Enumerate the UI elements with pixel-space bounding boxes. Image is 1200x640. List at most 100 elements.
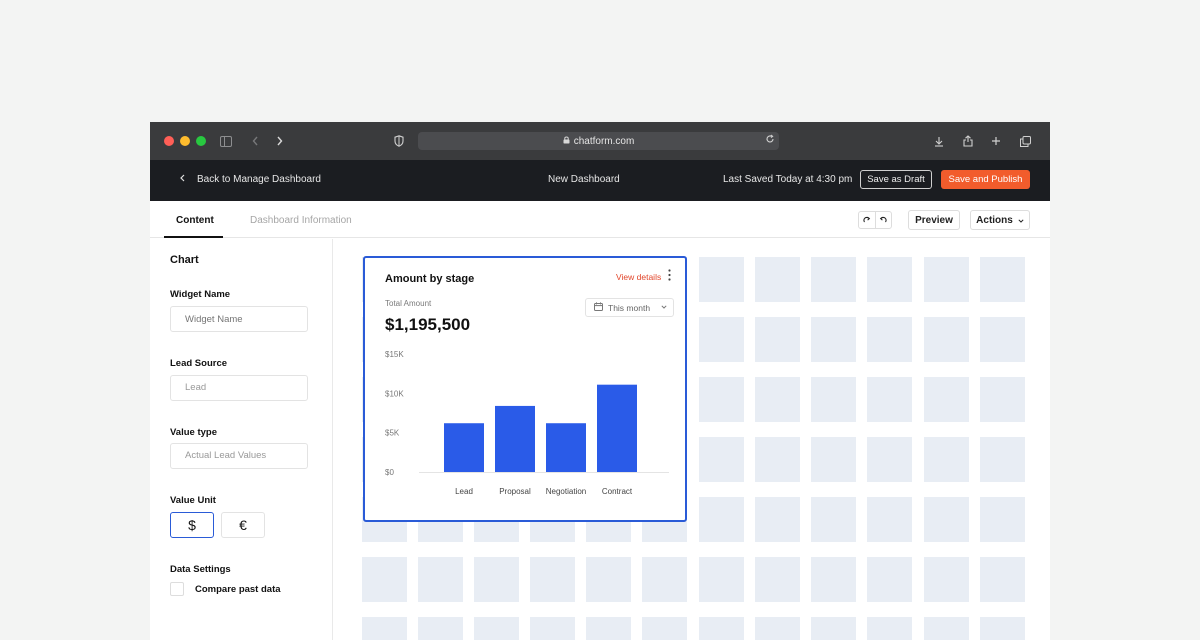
placeholder-tile [980, 437, 1025, 482]
unit-dollar-button[interactable]: $ [170, 512, 214, 538]
widget-title: Amount by stage [385, 273, 475, 285]
view-details-link[interactable]: View details [616, 272, 661, 282]
chart-widget[interactable]: Amount by stage View details Total Amoun… [363, 256, 687, 522]
value-type-select[interactable]: Actual Lead Values [170, 443, 308, 469]
placeholder-tile [980, 557, 1025, 602]
calendar-icon [594, 302, 603, 313]
minimize-window-button[interactable] [180, 136, 190, 146]
placeholder-tile [755, 497, 800, 542]
widget-name-label: Widget Name [170, 289, 231, 300]
placeholder-tile [811, 437, 856, 482]
share-icon[interactable] [959, 132, 977, 150]
period-select[interactable]: This month [585, 298, 674, 317]
bar-proposal[interactable] [495, 405, 535, 472]
tab-content[interactable]: Content [176, 215, 214, 226]
placeholder-tile [867, 557, 912, 602]
chevron-left-icon[interactable] [246, 132, 264, 150]
address-bar[interactable]: chatform.com [418, 132, 779, 150]
bar-lead[interactable] [444, 423, 484, 472]
x-tick-label: Lead [455, 487, 473, 496]
placeholder-tile [867, 437, 912, 482]
bar-contract[interactable] [597, 384, 637, 472]
placeholder-tile [811, 257, 856, 302]
new-tab-icon[interactable] [987, 132, 1005, 150]
save-draft-button[interactable]: Save as Draft [860, 170, 932, 189]
placeholder-tile [755, 377, 800, 422]
placeholder-tile [755, 437, 800, 482]
placeholder-tile [980, 257, 1025, 302]
compare-checkbox[interactable] [170, 582, 184, 596]
placeholder-tile [474, 557, 519, 602]
placeholder-tile [980, 617, 1025, 640]
total-label: Total Amount [385, 299, 432, 308]
placeholder-tile [924, 257, 969, 302]
chevron-left-icon [180, 174, 185, 185]
widget-name-input[interactable] [170, 306, 308, 332]
app-header: Back to Manage Dashboard New Dashboard L… [150, 160, 1050, 201]
actions-button[interactable]: Actions [970, 210, 1030, 230]
placeholder-tile [699, 497, 744, 542]
tab-dashboard-information[interactable]: Dashboard Information [250, 215, 352, 226]
preview-button[interactable]: Preview [908, 210, 960, 230]
maximize-window-button[interactable] [196, 136, 206, 146]
tabs-overview-icon[interactable] [1016, 132, 1034, 150]
placeholder-tile [642, 557, 687, 602]
more-options-icon[interactable] [668, 269, 671, 284]
euro-icon: € [239, 517, 247, 533]
reload-icon[interactable] [765, 134, 775, 147]
sidebar-title: Chart [170, 254, 199, 266]
url-text: chatform.com [573, 135, 635, 147]
back-link[interactable]: Back to Manage Dashboard [180, 174, 321, 185]
actions-label: Actions [976, 214, 1013, 226]
placeholder-tile [980, 377, 1025, 422]
compare-label: Compare past data [195, 584, 281, 595]
placeholder-tile [980, 317, 1025, 362]
placeholder-tile [362, 617, 407, 640]
dollar-icon: $ [188, 517, 196, 533]
y-tick-label: $15K [385, 350, 404, 359]
placeholder-tile [474, 617, 519, 640]
placeholder-tile [755, 557, 800, 602]
placeholder-tile [924, 497, 969, 542]
placeholder-tile [586, 617, 631, 640]
close-window-button[interactable] [164, 136, 174, 146]
bar-negotiation[interactable] [546, 423, 586, 472]
placeholder-tile [867, 257, 912, 302]
placeholder-tile [699, 557, 744, 602]
lead-source-label: Lead Source [170, 358, 228, 369]
placeholder-tile [980, 497, 1025, 542]
placeholder-tile [699, 617, 744, 640]
data-settings-label: Data Settings [170, 564, 231, 575]
lock-icon [563, 136, 570, 147]
save-status: Last Saved Today at 4:30 pm [723, 174, 853, 185]
placeholder-tile [811, 617, 856, 640]
bar-chart: $0 $5K $10K $15K Lead Proposal Negotiation Cont… [385, 350, 669, 496]
placeholder-tile [924, 557, 969, 602]
placeholder-tile [867, 617, 912, 640]
tab-bar: Content Dashboard Information Preview Ac… [150, 201, 1050, 238]
download-icon[interactable] [930, 132, 948, 150]
save-publish-button[interactable]: Save and Publish [941, 170, 1030, 189]
redo-icon[interactable] [859, 212, 875, 228]
chevron-down-icon [1018, 215, 1024, 226]
lead-source-select[interactable]: Lead [170, 375, 308, 401]
back-label: Back to Manage Dashboard [197, 174, 321, 185]
chevron-right-icon[interactable] [270, 132, 288, 150]
placeholder-tile [530, 557, 575, 602]
page-title: New Dashboard [548, 174, 620, 185]
placeholder-tile [699, 377, 744, 422]
placeholder-tile [867, 317, 912, 362]
placeholder-tile [924, 617, 969, 640]
sidebar-toggle-icon[interactable] [217, 132, 235, 150]
placeholder-tile [924, 377, 969, 422]
total-amount: $1,195,500 [385, 315, 471, 334]
settings-sidebar: Chart Widget Name Lead Source Lead Value… [150, 239, 333, 640]
value-unit-label: Value Unit [170, 495, 216, 506]
shield-icon[interactable] [390, 132, 408, 150]
placeholder-tile [811, 317, 856, 362]
lead-source-value: Lead [185, 382, 207, 393]
placeholder-tile [642, 617, 687, 640]
unit-euro-button[interactable]: € [221, 512, 265, 538]
placeholder-tile [418, 617, 463, 640]
undo-icon[interactable] [874, 212, 892, 228]
